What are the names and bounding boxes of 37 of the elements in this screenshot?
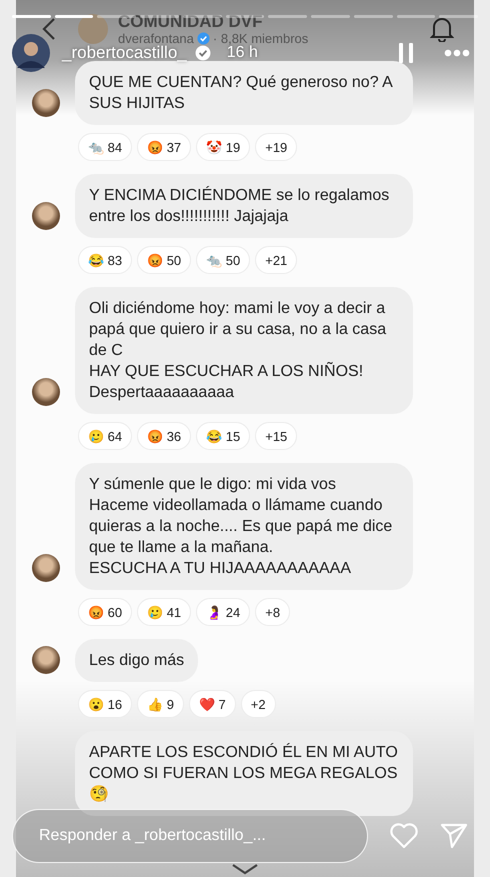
back-icon[interactable] [42,17,56,41]
reaction-chip[interactable]: 🐀 84 [78,133,132,161]
message-bubble: Oli diciéndome hoy: mami le voy a decir a papá que quiero ir a su casa, no a la casa de C HAY QUE ESCUCHAR A LOS NIÑOS! Despertaaaaaaaaaa [75,287,413,414]
reaction-chip[interactable]: 🤰 24 [196,598,250,626]
reaction-chip[interactable]: 😡 60 [78,598,132,626]
more-reactions-chip[interactable]: +21 [255,246,298,274]
reaction-chip[interactable]: 😂 83 [78,246,132,274]
reaction-chip[interactable]: 🥲 64 [78,422,132,450]
reaction-chip[interactable]: 😡 50 [137,246,192,274]
reaction-chip[interactable]: 👍 9 [137,690,184,718]
reaction-chip[interactable]: 😂 15 [196,422,250,450]
message-bubble: Y súmenle que le digo: mi vida vos Haceme videollamada o llámame cuando quieras a la noche.... Es que papá me dice que te llame a la mañana. ESCUCHA A TU HIJAAAAAAAAAAA [75,463,413,590]
channel-owner: dverafontana [118,31,194,46]
more-reactions-chip[interactable]: +19 [255,133,298,161]
pause-icon[interactable] [398,42,414,64]
user-avatar[interactable] [12,34,50,72]
channel-title: COMUNIDAD DVF [118,12,264,31]
more-reactions-chip[interactable]: +2 [240,690,276,718]
member-count: · 8,8K miembros [212,31,308,46]
reaction-chip[interactable]: 🥲 41 [137,598,192,626]
reaction-chip[interactable]: 😡 36 [137,422,192,450]
more-reactions-chip[interactable]: +8 [255,598,290,626]
post-time: 16 h [226,44,258,62]
more-icon[interactable] [444,49,470,57]
reaction-chip[interactable]: ❤ 7 [188,690,236,718]
message-bubble: QUE ME CUENTAN? Qué generoso no? A SUS HIJITAS [75,61,413,125]
bell-icon[interactable] [430,16,454,42]
message-bubble: APARTE LOS ESCONDIÓ ÉL EN MI AUTO COMO SI FUERAN LOS MEGA REGALOS 🧐 [75,731,413,816]
reaction-chip[interactable]: 🐀 50 [196,246,250,274]
more-reactions-chip[interactable]: +15 [255,422,298,450]
message-bubble: Y ENCIMA DICIÉNDOME se lo regalamos entre los dos!!!!!!!!!!! Jajajaja [75,174,413,238]
reaction-chip[interactable]: 😮 16 [78,690,132,718]
channel-avatar [78,14,108,44]
message-bubble: Les digo más [75,639,198,682]
reaction-chip[interactable]: 🤡 19 [196,133,250,161]
reaction-chip[interactable]: 😡 37 [137,133,192,161]
chevron-down-icon[interactable] [231,863,259,875]
